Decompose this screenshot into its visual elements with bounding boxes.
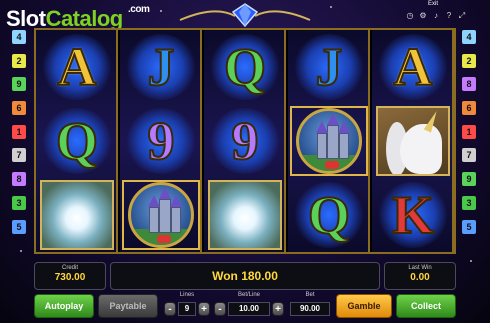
letter-j-symbol: J (120, 30, 202, 104)
gamble-button[interactable]: Gamble (336, 294, 392, 318)
lines-label: Lines (179, 292, 195, 298)
number-9-symbol: 9 (120, 104, 202, 178)
letter-q-symbol: Q (36, 104, 118, 178)
diamond-ornament (179, 3, 311, 28)
line-marker[interactable]: 6 (12, 101, 26, 116)
sound-icon[interactable]: ♪ (432, 12, 440, 20)
settings-icon[interactable]: ⚙ (419, 12, 427, 20)
betline-label: Bet/Line (237, 292, 261, 298)
line-marker[interactable]: 3 (12, 195, 26, 210)
letter-a-glyph: A (57, 37, 98, 97)
betline-minus-button[interactable]: - (214, 302, 226, 316)
line-marker[interactable]: 9 (12, 77, 26, 92)
logo-com: .com (128, 4, 150, 15)
number-9-symbol: 9 (204, 104, 286, 178)
last-win-label: Last Win (408, 265, 432, 271)
reel-2: J9 (120, 30, 202, 252)
castle-icon (296, 108, 362, 174)
fullscreen-icon[interactable]: ⤢ (458, 12, 466, 20)
bet-value: 90.00 (290, 302, 330, 316)
number-9-glyph: 9 (231, 111, 260, 171)
left-line-markers: 4 2 9 6 1 7 8 3 5 (12, 30, 28, 243)
paytable-button[interactable]: Paytable (98, 294, 158, 318)
line-marker[interactable]: 2 (12, 53, 26, 68)
letter-a-symbol: A (36, 30, 118, 104)
line-marker[interactable]: 7 (462, 148, 476, 163)
letter-q-symbol: Q (288, 178, 370, 252)
reel-3: Q9 (204, 30, 286, 252)
top-icon-bar: ◷ ⚙ ♪ ? ⤢ (406, 12, 466, 20)
last-win-value: 0.00 (410, 272, 430, 283)
control-panel: Credit 730.00 Won 180.00 Last Win 0.00 A… (30, 262, 460, 320)
castle-symbol (288, 104, 370, 178)
reel-1: AQ (36, 30, 118, 252)
line-marker[interactable]: 1 (12, 124, 26, 139)
letter-j-glyph: J (147, 37, 176, 97)
letter-a-symbol: A (372, 30, 454, 104)
credit-box: Credit 730.00 (34, 262, 106, 290)
line-marker[interactable]: 6 (462, 101, 476, 116)
mist-symbol (204, 178, 286, 252)
letter-q-glyph: Q (223, 37, 267, 97)
help-icon[interactable]: ? (445, 12, 453, 20)
line-marker[interactable]: 9 (462, 172, 476, 187)
reel-4: JQ (288, 30, 370, 252)
line-marker[interactable]: 2 (462, 53, 476, 68)
game-stage: SlotCatalog .com Exit ◷ ⚙ ♪ ? ⤢ 4 2 9 6 … (0, 0, 490, 323)
clock-icon[interactable]: ◷ (406, 12, 414, 20)
line-marker[interactable]: 8 (12, 172, 26, 187)
letter-a-glyph: A (393, 37, 434, 97)
line-marker[interactable]: 5 (462, 219, 476, 234)
last-win-box: Last Win 0.00 (384, 262, 456, 290)
line-marker[interactable]: 4 (462, 30, 476, 44)
letter-q-symbol: Q (204, 30, 286, 104)
reels-area: AQJ9Q9JQAK (34, 28, 456, 254)
mist-symbol (36, 178, 118, 252)
exit-label[interactable]: Exit (428, 1, 438, 7)
star (20, 250, 22, 252)
unicorn-icon (376, 106, 450, 176)
line-marker[interactable]: 7 (12, 148, 26, 163)
letter-j-glyph: J (315, 37, 344, 97)
line-marker[interactable]: 4 (12, 30, 26, 44)
line-marker[interactable]: 3 (462, 195, 476, 210)
letter-q-glyph: Q (55, 111, 99, 171)
lines-minus-button[interactable]: - (164, 302, 176, 316)
credit-label: Credit (61, 265, 78, 271)
reel-5: AK (372, 30, 454, 252)
letter-k-symbol: K (372, 178, 454, 252)
letter-j-symbol: J (288, 30, 370, 104)
letter-k-glyph: K (391, 185, 435, 245)
autoplay-button[interactable]: Autoplay (34, 294, 94, 318)
star (160, 10, 162, 12)
mist-icon (208, 180, 282, 250)
line-marker[interactable]: 5 (12, 219, 26, 234)
star (330, 6, 332, 8)
unicorn-symbol (372, 104, 454, 178)
credit-value: 730.00 (54, 272, 86, 283)
win-display: Won 180.00 (110, 262, 380, 290)
betline-plus-button[interactable]: + (272, 302, 284, 316)
castle-icon (128, 182, 194, 248)
lines-value: 9 (178, 302, 196, 316)
betline-value: 10.00 (228, 302, 270, 316)
right-line-markers: 4 2 8 6 1 7 9 3 5 (462, 30, 478, 243)
collect-button[interactable]: Collect (396, 294, 456, 318)
lines-plus-button[interactable]: + (198, 302, 210, 316)
star (470, 260, 472, 262)
letter-q-glyph: Q (307, 185, 351, 245)
number-9-glyph: 9 (147, 111, 176, 171)
line-marker[interactable]: 1 (462, 124, 476, 139)
mist-icon (40, 180, 114, 250)
castle-symbol (120, 178, 202, 252)
line-marker[interactable]: 8 (462, 77, 476, 92)
bet-label: Bet (305, 292, 315, 298)
